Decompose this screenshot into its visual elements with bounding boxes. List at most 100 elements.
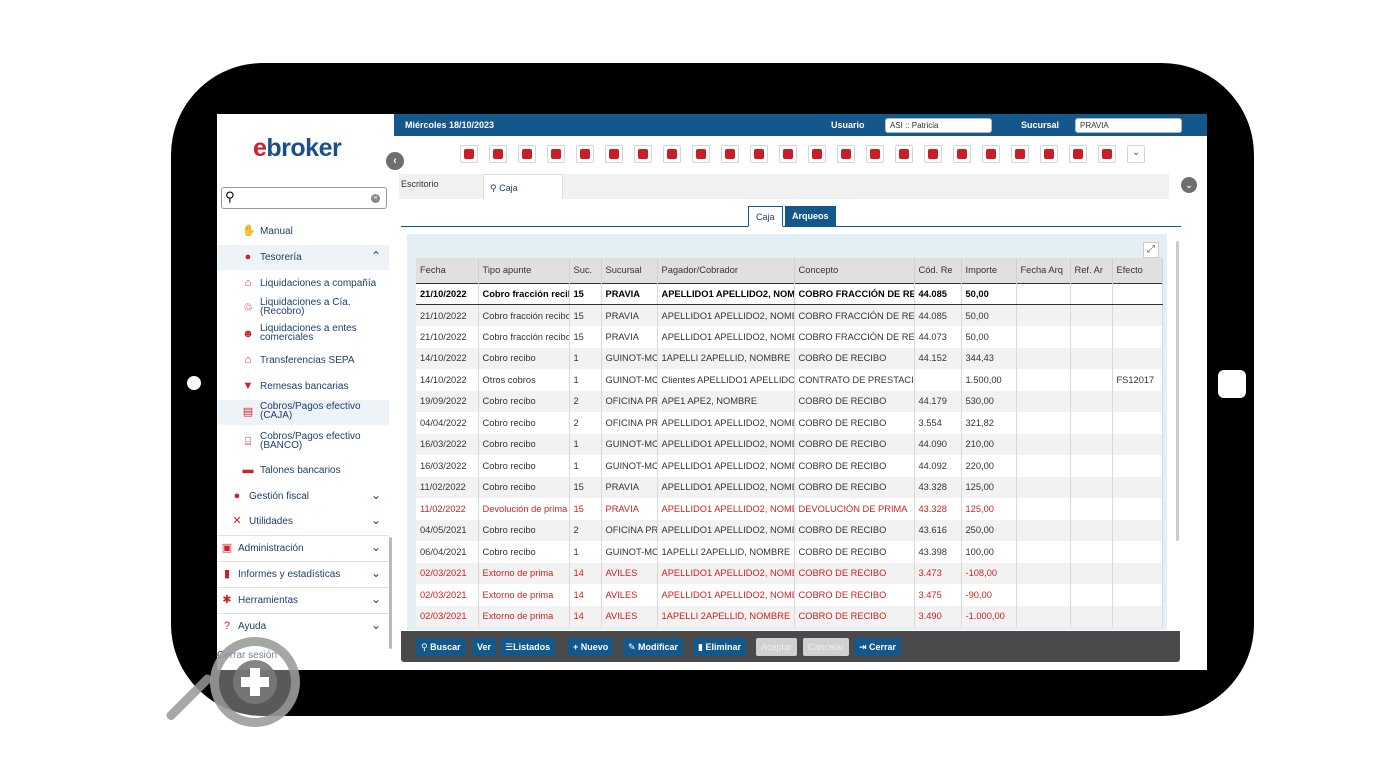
module-icon[interactable] [750, 145, 768, 163]
table-row[interactable]: 19/09/2022Cobro recibo2OFICINA PRAAPE1 A… [416, 390, 1163, 412]
ver-button[interactable]: Ver [472, 638, 497, 656]
sidebar-item-sepa[interactable]: ⌂ Transferencias SEPA [217, 348, 389, 373]
sidebar-item-caja[interactable]: ▤ Cobros/Pagos efectivo (CAJA) [217, 400, 389, 425]
sidebar-item-banco[interactable]: ⌸ Cobros/Pagos efectivo (BANCO) [217, 430, 389, 455]
sidebar-item-herramientas[interactable]: ✱ Herramientas ⌄ [217, 587, 389, 612]
module-icon[interactable] [518, 145, 536, 163]
sidebar-item-talones[interactable]: ▬ Talones bancarios [217, 458, 389, 483]
sidebar-item-administracion[interactable]: ▣ Administración ⌄ [217, 535, 389, 560]
column-header[interactable]: Ref. Ar [1070, 258, 1113, 283]
sidebar-scrollbar[interactable] [389, 537, 392, 649]
grid-scrollbar[interactable] [1176, 241, 1179, 541]
sidebar-item-remesas[interactable]: ▼ Remesas bancarias [217, 374, 389, 399]
eliminar-button[interactable]: ▮ Eliminar [693, 638, 746, 656]
module-icon[interactable] [605, 145, 623, 163]
module-icon[interactable] [895, 145, 913, 163]
aceptar-button[interactable]: Aceptar [756, 638, 798, 656]
module-icon[interactable] [460, 145, 478, 163]
clear-search-icon[interactable]: × [371, 194, 380, 203]
table-cell: APELLIDO1 APELLIDO2, NOMBRE [657, 498, 795, 520]
table-row[interactable]: 14/10/2022 Cobro recibo 1 GUINOT-MC 1APELLI … [416, 347, 1163, 369]
column-header[interactable]: Tipo apunte [478, 258, 570, 283]
user-field[interactable] [885, 118, 992, 133]
module-icon[interactable] [1011, 145, 1029, 163]
sidebar-search[interactable]: ⚲ × [221, 187, 387, 209]
sidebar-item-gestion-fiscal[interactable]: ● Gestión fiscal ⌄ [217, 484, 389, 509]
table-row[interactable]: 21/10/2022Cobro fracción recibo15PRAVIAA… [416, 282, 1163, 305]
module-icon[interactable] [982, 145, 1000, 163]
table-row[interactable]: 04/05/2021Cobro recibo2OFICINA PRAAPELLI… [416, 519, 1163, 541]
table-cell [1112, 476, 1163, 498]
module-icon[interactable] [1040, 145, 1058, 163]
cheque-icon: ▬ [242, 464, 254, 476]
module-icon[interactable] [1098, 145, 1116, 163]
module-icon[interactable] [924, 145, 942, 163]
module-icon[interactable] [779, 145, 797, 163]
module-icon[interactable] [953, 145, 971, 163]
module-icon[interactable] [808, 145, 826, 163]
expand-icon[interactable]: ⤢ [1143, 242, 1159, 258]
table-row[interactable]: 04/04/2022Cobro recibo2OFICINA PRAAPELLI… [416, 412, 1163, 434]
table-cell [1070, 433, 1113, 455]
sidebar-item-utilidades[interactable]: ✕ Utilidades ⌄ [217, 509, 389, 534]
nuevo-button[interactable]: + Nuevo [568, 638, 614, 656]
table-row[interactable]: 11/02/2022 Devolución de prima 15 PRAVIA APE… [416, 498, 1163, 520]
column-header[interactable]: Suc. [569, 258, 602, 283]
module-icon[interactable] [576, 145, 594, 163]
listados-button[interactable]: ☰Listados [500, 638, 556, 656]
table-row[interactable]: 16/03/2022 Cobro recibo 1 GUINOT-MC APELLIDO… [416, 455, 1163, 477]
module-icon[interactable] [489, 145, 507, 163]
collapse-sidebar-icon[interactable]: ‹ [386, 152, 404, 170]
table-row[interactable]: 14/10/2022 Otros cobros 1 GUINOT-MC Clientes… [416, 369, 1163, 391]
sidebar-item-liq-compania[interactable]: ⌂ Liquidaciones a compañía [217, 271, 389, 296]
module-icon[interactable] [692, 145, 710, 163]
chevron-down-icon[interactable]: ⌄ [1181, 177, 1197, 193]
table-row[interactable]: 02/03/2021 Extorno de prima 14 AVILES 1APELL… [416, 605, 1163, 627]
column-header[interactable]: Concepto [794, 258, 915, 283]
table-row[interactable]: 02/03/2021 Extorno de prima 14 AVILES APELLI… [416, 584, 1163, 606]
module-icon[interactable] [837, 145, 855, 163]
table-cell: 3.475 [914, 584, 962, 606]
tab-escritorio[interactable]: Escritorio [401, 179, 439, 189]
table-row[interactable]: 21/10/2022Cobro fracción recibo15PRAVIAA… [416, 326, 1163, 348]
column-header[interactable]: Sucursal [601, 258, 658, 283]
table-cell [1112, 347, 1163, 369]
table-row[interactable]: 21/10/2022Cobro fracción recibo15PRAVIAA… [416, 304, 1163, 326]
module-icon[interactable] [547, 145, 565, 163]
sidebar-item-informes[interactable]: ▮ Informes y estadísticas ⌄ [217, 561, 389, 586]
modificar-button[interactable]: ✎ Modificar [623, 638, 684, 656]
sidebar-item-tesoreria[interactable]: ● Tesorería ⌃ [217, 245, 389, 270]
zoom-in-icon[interactable] [210, 637, 300, 727]
module-icon[interactable] [663, 145, 681, 163]
cerrar-button[interactable]: ⇥ Cerrar [854, 638, 902, 656]
column-header[interactable]: Fecha [416, 258, 479, 283]
search-input[interactable] [242, 191, 362, 205]
column-header[interactable]: Pagador/Cobrador [657, 258, 795, 283]
sidebar-item-liq-recobro[interactable]: ♲ Liquidaciones a Cía. (Recobro) [217, 296, 389, 321]
sidebar-item-ayuda[interactable]: ? Ayuda ⌄ [217, 613, 389, 638]
table-cell: FS12017 [1112, 369, 1163, 391]
column-header[interactable]: Efecto [1112, 258, 1163, 283]
branch-field[interactable] [1075, 118, 1182, 133]
chevron-down-icon: ⌄ [370, 488, 381, 502]
table-row[interactable]: 06/04/2021 Cobro recibo 1 GUINOT-MC 1APELLI … [416, 541, 1163, 563]
sidebar-item-liq-entes[interactable]: ☻ Liquidaciones a entes comerciales [217, 322, 389, 347]
module-icon[interactable]: ⌄ [1127, 145, 1145, 163]
module-icon[interactable] [1069, 145, 1087, 163]
subtab-caja[interactable]: Caja [748, 206, 783, 227]
module-icon[interactable] [721, 145, 739, 163]
subtab-arqueos[interactable]: Arqueos [785, 206, 836, 227]
column-header[interactable]: Importe [961, 258, 1017, 283]
column-header[interactable]: Cód. Re [914, 258, 962, 283]
column-header[interactable]: Fecha Arq [1016, 258, 1071, 283]
table-row[interactable]: 11/02/2022 Cobro recibo 15 PRAVIA APELLIDO1 … [416, 476, 1163, 498]
table-row[interactable]: 16/03/2022 Cobro recibo 1 GUINOT-MC APELLIDO… [416, 433, 1163, 455]
table-row[interactable]: 02/03/2021 Extorno de prima 14 AVILES APELLI… [416, 562, 1163, 584]
sidebar-item-manual[interactable]: ✋ Manual [217, 219, 389, 244]
tab-caja[interactable]: ⚲ Caja [483, 174, 563, 199]
cancelar-button[interactable]: Cancelar [803, 638, 850, 656]
table-cell: COBRO DE RECIBO [794, 455, 915, 477]
buscar-button[interactable]: ⚲ Buscar [416, 638, 466, 656]
module-icon[interactable] [634, 145, 652, 163]
module-icon[interactable] [866, 145, 884, 163]
